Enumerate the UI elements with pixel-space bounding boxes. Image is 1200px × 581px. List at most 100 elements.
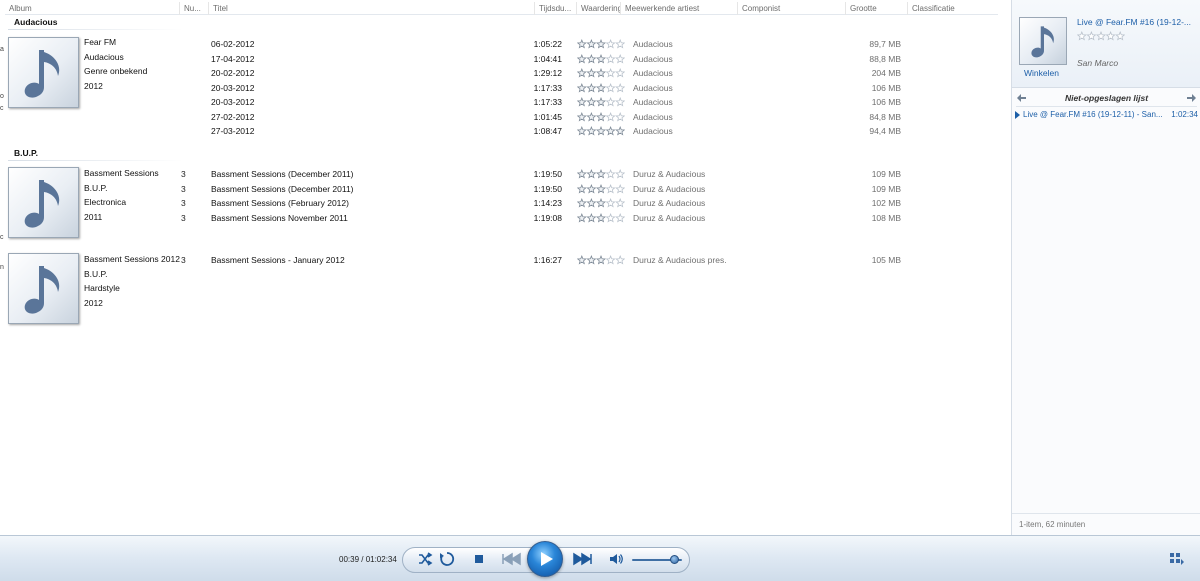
shuffle-icon[interactable]: [417, 551, 433, 567]
column-composer[interactable]: Componist: [737, 2, 845, 15]
star-empty: [615, 111, 625, 122]
star-filled: [586, 126, 597, 136]
album-title[interactable]: Bassment Sessions 2012: [84, 252, 180, 267]
column-rating-parental[interactable]: Classificatie: [907, 2, 998, 15]
star-filled: [577, 212, 587, 223]
edge-glyph: a: [0, 46, 4, 53]
track-row[interactable]: 20-02-2012 1:29:12 Audacious 204 MB: [180, 66, 1010, 81]
stop-icon[interactable]: [472, 552, 486, 566]
play-button[interactable]: [527, 541, 563, 577]
track-row[interactable]: 3 Bassment Sessions (February 2012) 1:14:2…: [180, 196, 1010, 211]
star-filled: [605, 126, 616, 136]
track-rating[interactable]: [577, 111, 625, 122]
album-title[interactable]: Fear FM: [84, 35, 180, 50]
track-row[interactable]: 3 Bassment Sessions - January 2012 1:16:27…: [180, 253, 1010, 268]
volume-icon[interactable]: [608, 551, 624, 567]
repeat-icon[interactable]: [439, 551, 455, 567]
next-icon[interactable]: [570, 551, 594, 567]
star-filled: [595, 111, 607, 122]
track-row[interactable]: 06-02-2012 1:05:22 Audacious 89,7 MB: [180, 37, 1010, 52]
arrow-right-icon[interactable]: [1185, 92, 1197, 104]
column-title[interactable]: Titel: [208, 2, 534, 15]
album-year[interactable]: 2012: [84, 296, 180, 311]
track-row[interactable]: 27-03-2012 1:08:47 Audacious 94,4 MB: [180, 124, 1010, 139]
track-duration: 1:04:41: [533, 53, 562, 64]
previous-icon[interactable]: [500, 551, 524, 567]
track-row[interactable]: 3 Bassment Sessions (December 2011) 1:19:5…: [180, 167, 1010, 182]
track-duration: 1:19:08: [533, 212, 562, 223]
track-size: 109 MB: [871, 169, 901, 179]
track-rating[interactable]: [577, 212, 625, 223]
track-artist: Audacious: [633, 39, 673, 49]
group-divider: [8, 160, 183, 161]
group-header[interactable]: Audacious: [14, 17, 57, 27]
track-number: 3: [181, 183, 186, 194]
star-filled: [586, 68, 597, 78]
album-info: Fear FM Audacious Genre onbekend 2012: [84, 35, 180, 93]
album-title[interactable]: Bassment Sessions: [84, 166, 180, 181]
store-link[interactable]: Winkelen: [1024, 68, 1059, 78]
track-rating[interactable]: [577, 97, 625, 107]
column-size[interactable]: Grootte: [845, 2, 907, 15]
star-filled: [577, 82, 587, 93]
column-album[interactable]: Album: [5, 2, 179, 15]
track-rating[interactable]: [577, 198, 625, 208]
album-artist[interactable]: Audacious: [84, 50, 180, 65]
playlist-name[interactable]: Niet-opgeslagen lijst: [1012, 93, 1200, 103]
star-filled: [595, 97, 607, 107]
star-empty: [605, 39, 616, 49]
group-header[interactable]: B.U.P.: [14, 148, 38, 158]
track-row[interactable]: 20-03-2012 1:17:33 Audacious 106 MB: [180, 95, 1010, 110]
track-rating[interactable]: [577, 39, 625, 49]
column-duration[interactable]: Tijdsdu...: [534, 2, 576, 15]
column-rating[interactable]: Waardering: [576, 2, 620, 15]
album-art[interactable]: [8, 253, 79, 324]
album-artist[interactable]: B.U.P.: [84, 267, 180, 282]
edge-glyphs: a o c c n: [0, 0, 6, 535]
column-number[interactable]: Nu...: [179, 2, 208, 15]
now-playing-title[interactable]: Live @ Fear.FM #16 (19-12-...: [1077, 17, 1197, 27]
album-genre[interactable]: Genre onbekend: [84, 64, 180, 79]
album-genre[interactable]: Hardstyle: [84, 281, 180, 296]
music-note-icon: [24, 50, 60, 98]
album-genre[interactable]: Electronica: [84, 195, 180, 210]
column-contributing-artist[interactable]: Meewerkende artiest: [620, 2, 737, 15]
star-filled: [586, 53, 597, 64]
track-row[interactable]: 17-04-2012 1:04:41 Audacious 88,8 MB: [180, 52, 1010, 67]
column-header: Album Nu... Titel Tijdsdu... Waardering …: [5, 2, 998, 15]
star-filled: [586, 169, 597, 179]
track-rating[interactable]: [577, 53, 625, 64]
track-duration: 1:17:33: [533, 97, 562, 107]
track-artist: Audacious: [633, 68, 673, 78]
track-rating[interactable]: [577, 68, 625, 78]
playlist-item[interactable]: Live @ Fear.FM #16 (19-12-11) - San... 1…: [1015, 110, 1198, 121]
track-title: 27-03-2012: [211, 126, 255, 136]
track-rating[interactable]: [577, 169, 625, 179]
star-empty: [605, 97, 616, 107]
album-art[interactable]: [8, 167, 79, 238]
track-title: Bassment Sessions (December 2011): [211, 169, 354, 179]
track-row[interactable]: 3 Bassment Sessions (December 2011) 1:19:5…: [180, 182, 1010, 197]
track-artist: Duruz & Audacious: [633, 183, 706, 194]
track-rating[interactable]: [577, 183, 625, 194]
star-empty: [1086, 31, 1097, 41]
switch-to-now-playing-icon[interactable]: [1170, 553, 1184, 565]
track-duration: 1:19:50: [533, 169, 562, 179]
now-playing-album-art[interactable]: [1019, 17, 1067, 65]
album-art[interactable]: [8, 37, 79, 108]
track-rating[interactable]: [577, 255, 625, 265]
track-row[interactable]: 3 Bassment Sessions November 2011 1:19:08 D…: [180, 211, 1010, 226]
track-row[interactable]: 20-03-2012 1:17:33 Audacious 106 MB: [180, 81, 1010, 96]
star-rating-icon: [577, 169, 625, 179]
track-rating[interactable]: [577, 82, 625, 93]
track-title: 20-03-2012: [211, 97, 255, 107]
volume-slider-thumb[interactable]: [670, 555, 679, 564]
now-playing-artist[interactable]: San Marco: [1077, 58, 1118, 68]
now-playing-rating[interactable]: [1076, 31, 1126, 43]
track-rating[interactable]: [577, 126, 625, 136]
album-artist[interactable]: B.U.P.: [84, 181, 180, 196]
album-year[interactable]: 2011: [84, 210, 180, 225]
track-row[interactable]: 27-02-2012 1:01:45 Audacious 84,8 MB: [180, 110, 1010, 125]
star-filled: [586, 198, 597, 208]
album-year[interactable]: 2012: [84, 79, 180, 94]
